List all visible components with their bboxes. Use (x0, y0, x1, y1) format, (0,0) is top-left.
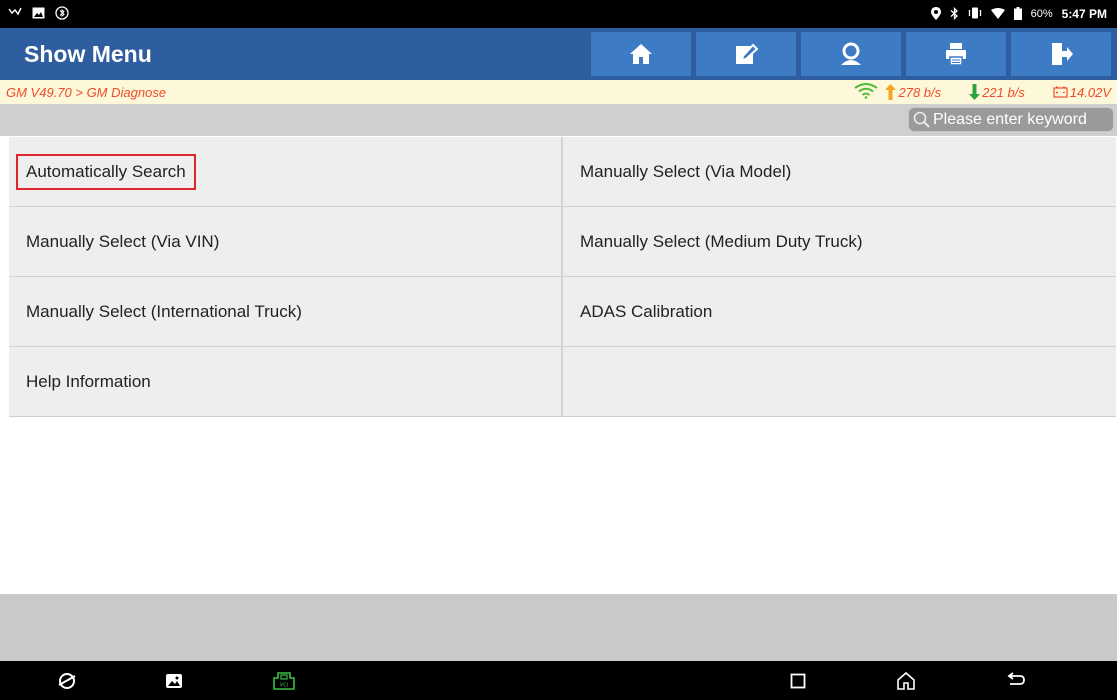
menu-item-help-information[interactable]: Help Information (9, 347, 561, 416)
home-icon (630, 44, 652, 64)
home-nav-button[interactable] (895, 671, 917, 691)
gallery-button[interactable] (163, 671, 185, 691)
menu-item-label: Manually Select (Via Model) (580, 161, 792, 181)
user-button[interactable] (801, 32, 901, 76)
battery-voltage-icon (1053, 86, 1068, 98)
upload-speed: 278 b/s (885, 84, 941, 100)
download-speed-value: 221 b/s (982, 84, 1025, 100)
wifi-signal-icon (853, 82, 879, 102)
navigation-bar: VCI (0, 661, 1117, 700)
menu-item-label: ADAS Calibration (580, 301, 713, 321)
search-icon (913, 111, 930, 128)
clock: 5:47 PM (1061, 7, 1107, 21)
print-icon (946, 43, 966, 66)
menu-item-empty (563, 347, 1116, 416)
breadcrumb-bar: GM V49.70 > GM Diagnose 278 b/s 221 b/s … (0, 80, 1117, 104)
svg-text:VCI: VCI (280, 683, 288, 689)
user-icon (841, 42, 861, 65)
menu-item-manually-select-via-vin[interactable]: Manually Select (Via VIN) (9, 207, 561, 276)
menu-item-label: Manually Select (International Truck) (26, 301, 302, 321)
edit-button[interactable] (696, 32, 796, 76)
upload-arrow-icon (885, 84, 897, 100)
image-icon (32, 7, 45, 21)
vibrate-icon (968, 7, 982, 21)
toolbar (591, 32, 1111, 76)
breadcrumb: GM V49.70 > GM Diagnose (6, 84, 167, 100)
connection-stats: 278 b/s 221 b/s 14.02V (853, 82, 1111, 102)
battery-icon (1013, 6, 1022, 22)
menu-item-label: Help Information (26, 371, 151, 391)
wifi-icon (990, 7, 1005, 21)
vci-button[interactable]: VCI (273, 671, 295, 691)
footer-bar (0, 594, 1117, 661)
home-nav-icon (897, 671, 915, 690)
print-button[interactable] (906, 32, 1006, 76)
menu-grid: Automatically Search Manually Select (Vi… (9, 137, 1116, 417)
download-arrow-icon (969, 84, 981, 100)
browser-icon (58, 673, 76, 689)
search-box[interactable] (908, 107, 1114, 132)
recents-button[interactable] (787, 671, 809, 691)
bluetooth-circle-icon (55, 6, 69, 22)
usb-debug-icon (8, 7, 22, 21)
menu-item-label: Automatically Search (16, 153, 196, 190)
gallery-icon (166, 674, 182, 688)
bluetooth-icon (950, 6, 959, 22)
menu-item-label: Manually Select (Medium Duty Truck) (580, 231, 863, 251)
search-input[interactable] (931, 110, 1113, 129)
menu-item-manually-select-international-truck[interactable]: Manually Select (International Truck) (9, 277, 561, 346)
back-button[interactable] (1005, 671, 1027, 691)
upload-speed-value: 278 b/s (898, 84, 942, 100)
exit-icon (1052, 43, 1073, 65)
menu-item-adas-calibration[interactable]: ADAS Calibration (563, 277, 1116, 346)
menu-item-label: Manually Select (Via VIN) (26, 231, 220, 251)
menu-item-automatically-search[interactable]: Automatically Search (9, 137, 561, 206)
title-bar: Show Menu (0, 28, 1117, 80)
vci-icon: VCI (273, 672, 295, 690)
download-speed: 221 b/s (969, 84, 1025, 100)
edit-icon (736, 43, 759, 64)
battery-percent: 60% (1030, 8, 1053, 20)
browser-button[interactable] (56, 671, 78, 691)
voltage-value: 14.02V (1069, 84, 1111, 100)
home-button[interactable] (591, 32, 691, 76)
menu-item-manually-select-medium-duty-truck[interactable]: Manually Select (Medium Duty Truck) (563, 207, 1116, 276)
recents-icon (790, 673, 806, 689)
location-icon (930, 6, 941, 22)
search-bar (0, 104, 1117, 136)
voltage: 14.02V (1053, 85, 1111, 100)
status-bar: 60% 5:47 PM (0, 0, 1117, 28)
back-icon (1007, 672, 1025, 685)
exit-button[interactable] (1011, 32, 1111, 76)
page-title: Show Menu (24, 40, 152, 67)
menu-item-manually-select-via-model[interactable]: Manually Select (Via Model) (563, 137, 1116, 206)
